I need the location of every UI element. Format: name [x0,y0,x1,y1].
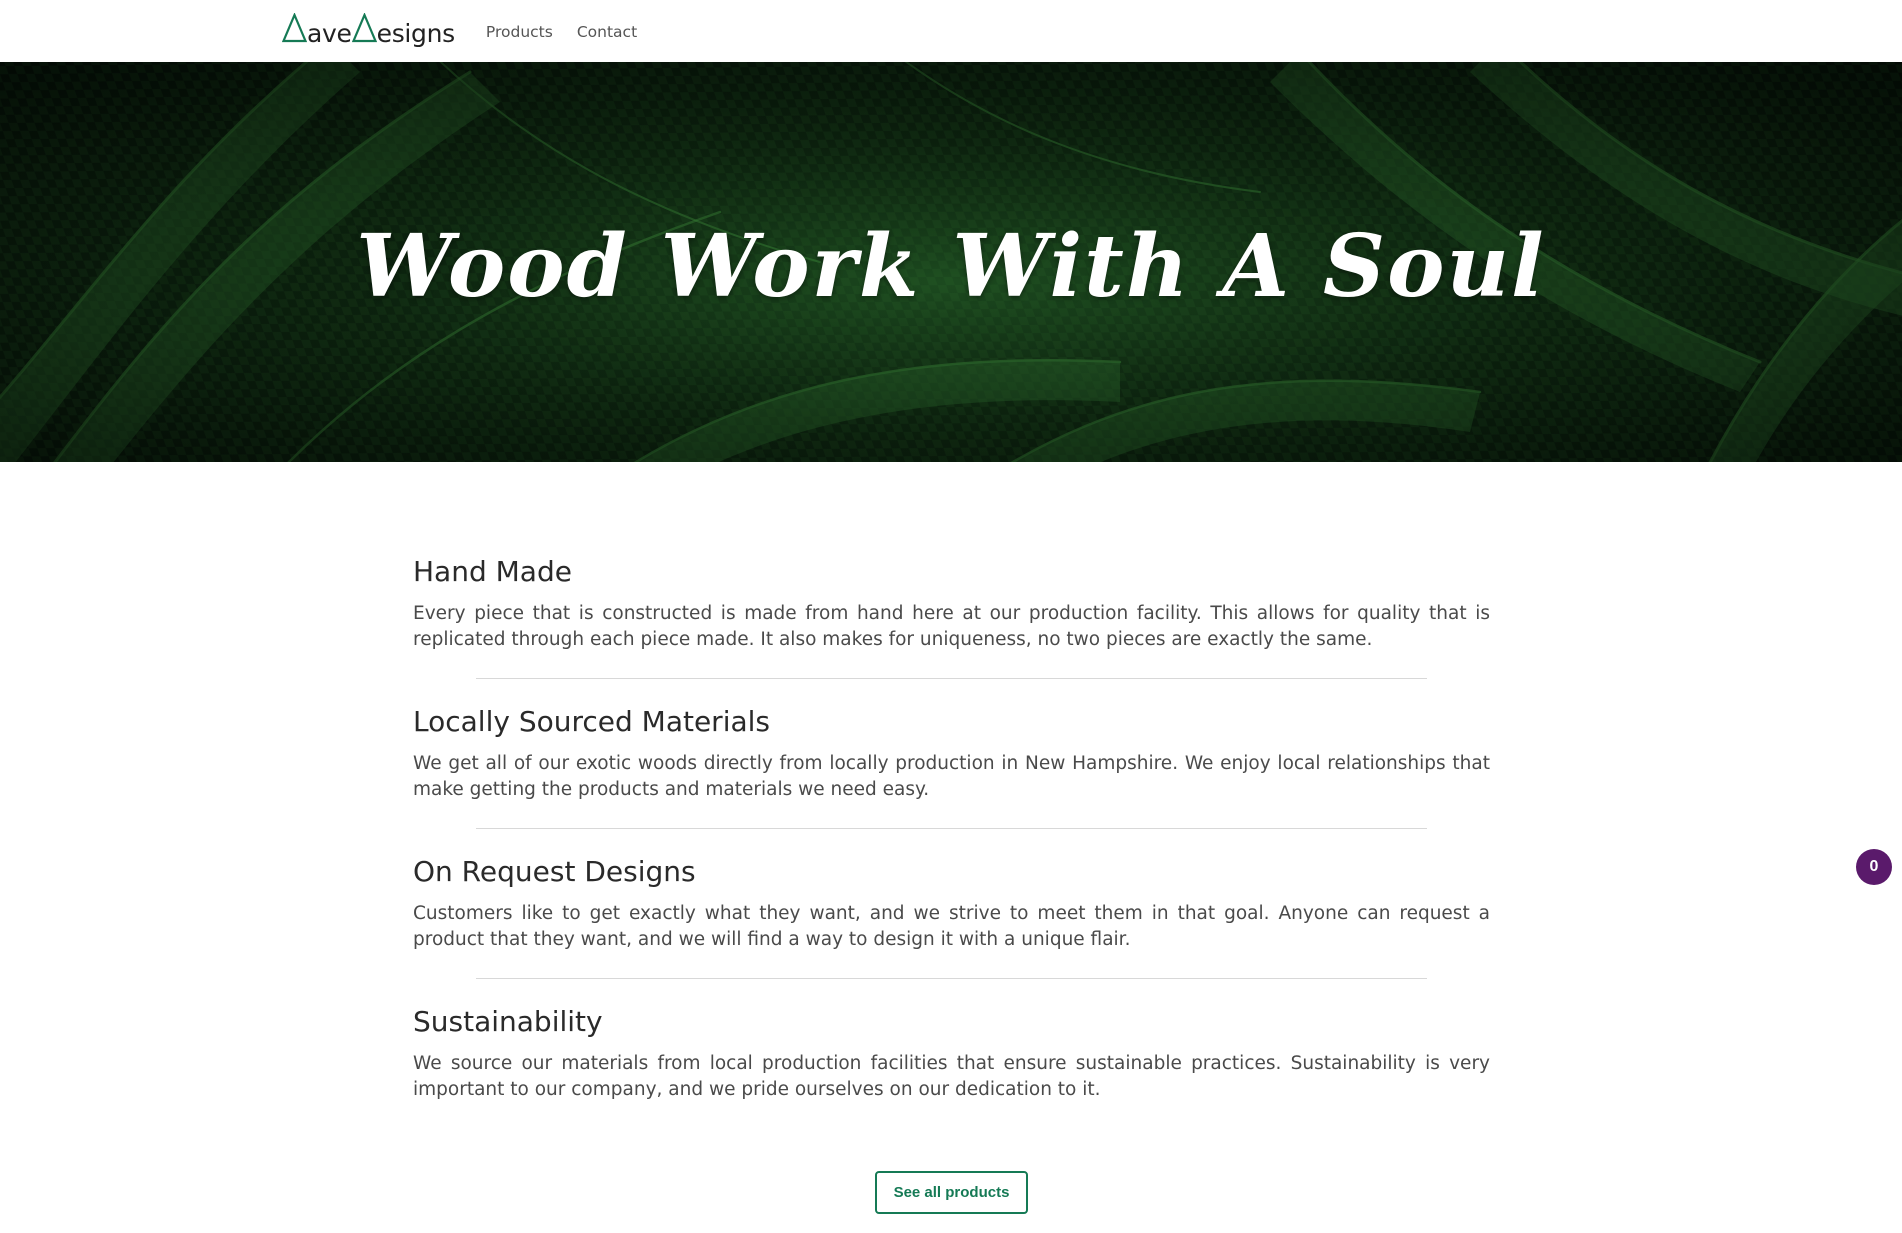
feature-on-request-designs: On Request Designs Customers like to get… [413,855,1490,952]
feature-text: Customers like to get exactly what they … [413,903,1490,950]
navbar: ave esigns Products Contact [0,0,1902,62]
feature-text: Every piece that is constructed is made … [413,603,1490,650]
brand-text-esigns: esigns [376,19,456,48]
delta-logo-icon [282,13,307,43]
feature-title: On Request Designs [413,855,696,888]
feature-text: We source our materials from local produ… [413,1053,1490,1100]
cart-count-badge[interactable]: 0 [1856,849,1892,885]
feature-text: We get all of our exotic woods directly … [413,753,1490,800]
delta-logo-icon [351,13,377,43]
see-all-products-button[interactable]: See all products [875,1171,1028,1214]
hero-title: Wood Work With A Soul [356,216,1546,317]
feature-title: Locally Sourced Materials [413,705,770,738]
brand-logo-link[interactable]: ave esigns [282,13,455,49]
hero-banner: Wood Work With A Soul [0,62,1902,462]
features-section: Hand Made Every piece that is constructe… [413,555,1490,1102]
feature-sustainability: Sustainability We source our materials f… [413,1005,1490,1102]
section-divider [476,678,1427,679]
section-divider [476,978,1427,979]
feature-title: Hand Made [413,555,572,588]
nav-link-products[interactable]: Products [486,23,553,41]
feature-title: Sustainability [413,1005,603,1038]
nav-link-contact[interactable]: Contact [577,23,637,41]
brand-text-ave: ave [307,19,352,48]
feature-hand-made: Hand Made Every piece that is constructe… [413,555,1490,652]
feature-locally-sourced: Locally Sourced Materials We get all of … [413,705,1490,802]
section-divider [476,828,1427,829]
